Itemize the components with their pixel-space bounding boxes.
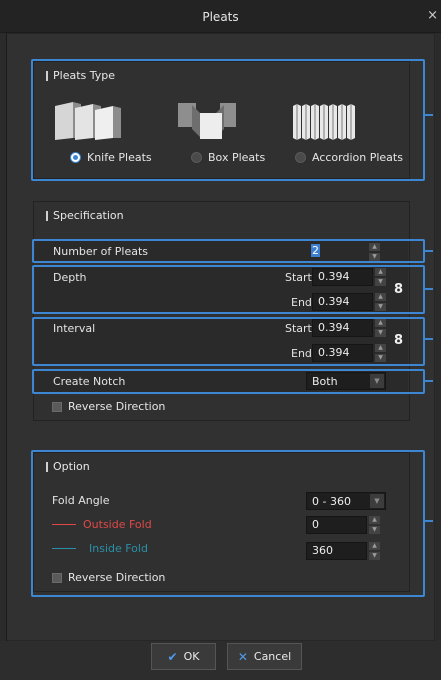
spec-reverse-direction-label: Reverse Direction xyxy=(68,400,166,413)
depth-end-input[interactable]: 0.394 xyxy=(312,293,373,311)
section-marker xyxy=(46,462,48,472)
stepper-up-icon[interactable]: ▲ xyxy=(369,516,380,524)
stepper-up-icon[interactable]: ▲ xyxy=(369,542,380,550)
interval-start-input[interactable]: 0.394 xyxy=(312,319,373,337)
pleats-type-header: Pleats Type xyxy=(34,62,409,88)
stepper-up-icon[interactable]: ▲ xyxy=(375,268,386,276)
window-title: Pleats xyxy=(202,10,239,24)
inside-fold-arrows[interactable]: ▲ ▼ xyxy=(369,542,380,560)
outside-fold-arrows[interactable]: ▲ ▼ xyxy=(369,516,380,534)
cancel-button[interactable]: ✕ Cancel xyxy=(227,643,302,670)
depth-start-arrows[interactable]: ▲ ▼ xyxy=(375,268,386,286)
highlight-tick xyxy=(425,250,433,252)
section-marker xyxy=(46,71,48,81)
depth-end-label: End xyxy=(291,296,312,309)
radio-accordion-pleats[interactable]: Accordion Pleats xyxy=(295,151,403,164)
box-pleats-icon[interactable] xyxy=(178,101,238,141)
outside-fold-line-icon xyxy=(52,524,76,525)
highlight-tick xyxy=(425,288,433,290)
inside-fold-line-icon xyxy=(52,548,76,549)
depth-link-icon[interactable]: 8 xyxy=(394,282,403,297)
interval-link-icon[interactable]: 8 xyxy=(394,333,403,348)
stepper-up-icon[interactable]: ▲ xyxy=(369,243,380,251)
inside-fold-input[interactable]: 360 xyxy=(306,542,367,560)
checkbox-box xyxy=(52,572,62,583)
outside-fold-input[interactable]: 0 xyxy=(306,516,367,534)
stepper-up-icon[interactable]: ▲ xyxy=(375,293,386,301)
create-notch-dropdown[interactable]: Both ▼ xyxy=(306,372,386,390)
depth-end-arrows[interactable]: ▲ ▼ xyxy=(375,293,386,311)
option-reverse-direction-checkbox[interactable]: Reverse Direction xyxy=(52,571,165,584)
option-heading: Option xyxy=(53,460,90,473)
radio-box-pleats[interactable]: Box Pleats xyxy=(191,151,265,164)
spec-reverse-direction-checkbox[interactable]: Reverse Direction xyxy=(52,400,165,413)
interval-start-arrows[interactable]: ▲ ▼ xyxy=(375,319,386,337)
highlight-tick xyxy=(425,520,433,522)
chevron-down-icon[interactable]: ▼ xyxy=(370,494,384,508)
interval-start-label: Start xyxy=(285,322,312,335)
create-notch-label: Create Notch xyxy=(53,375,126,388)
chevron-down-icon[interactable]: ▼ xyxy=(370,374,384,388)
radio-indicator xyxy=(191,152,202,163)
radio-label-accordion: Accordion Pleats xyxy=(312,151,403,164)
cancel-label: Cancel xyxy=(253,650,292,663)
radio-label-knife: Knife Pleats xyxy=(87,151,152,164)
interval-end-label: End xyxy=(291,347,312,360)
section-marker xyxy=(46,211,48,221)
create-notch-value: Both xyxy=(312,375,338,388)
depth-start-label: Start xyxy=(285,271,312,284)
window-left-border xyxy=(6,33,7,679)
checkbox-box xyxy=(52,401,62,412)
stepper-up-icon[interactable]: ▲ xyxy=(375,319,386,327)
stepper-down-icon[interactable]: ▼ xyxy=(369,552,380,560)
radio-knife-pleats[interactable]: Knife Pleats xyxy=(70,151,152,164)
close-icon[interactable]: × xyxy=(427,8,438,23)
ok-label: OK xyxy=(183,650,200,663)
checkmark-icon: ✔ xyxy=(167,649,178,664)
number-of-pleats-input[interactable]: 2 xyxy=(306,243,367,261)
specification-heading: Specification xyxy=(53,209,124,222)
fold-angle-dropdown[interactable]: 0 - 360 ▼ xyxy=(306,492,386,510)
stepper-down-icon[interactable]: ▼ xyxy=(369,526,380,534)
stepper-down-icon[interactable]: ▼ xyxy=(375,303,386,311)
interval-end-input[interactable]: 0.394 xyxy=(312,344,373,362)
inside-fold-label: Inside Fold xyxy=(89,542,148,555)
stepper-down-icon[interactable]: ▼ xyxy=(375,278,386,286)
option-reverse-direction-label: Reverse Direction xyxy=(68,571,166,584)
highlight-tick xyxy=(425,380,433,382)
number-of-pleats-label: Number of Pleats xyxy=(53,245,149,258)
knife-pleats-icon[interactable] xyxy=(53,100,123,142)
interval-end-arrows[interactable]: ▲ ▼ xyxy=(375,344,386,362)
highlight-tick xyxy=(425,338,433,340)
pleats-type-heading: Pleats Type xyxy=(53,69,116,82)
stepper-down-icon[interactable]: ▼ xyxy=(375,329,386,337)
highlight-tick xyxy=(425,114,433,116)
interval-label: Interval xyxy=(53,322,96,335)
depth-start-input[interactable]: 0.394 xyxy=(312,268,373,286)
fold-angle-label: Fold Angle xyxy=(52,494,110,507)
dialog-footer xyxy=(0,641,441,680)
outside-fold-label: Outside Fold xyxy=(83,518,152,531)
stepper-up-icon[interactable]: ▲ xyxy=(375,344,386,352)
radio-label-box: Box Pleats xyxy=(208,151,266,164)
stepper-down-icon[interactable]: ▼ xyxy=(369,253,380,261)
specification-header: Specification xyxy=(34,202,409,228)
title-bar: Pleats × xyxy=(0,0,441,33)
ok-button[interactable]: ✔ OK xyxy=(151,643,216,670)
option-header: Option xyxy=(34,453,409,479)
x-icon: ✕ xyxy=(237,649,248,664)
radio-indicator xyxy=(295,152,306,163)
radio-selected-indicator xyxy=(70,152,81,163)
depth-label: Depth xyxy=(53,271,87,284)
fold-angle-value: 0 - 360 xyxy=(312,495,351,508)
number-of-pleats-arrows[interactable]: ▲ ▼ xyxy=(369,243,380,261)
accordion-pleats-icon[interactable] xyxy=(292,104,362,140)
stepper-down-icon[interactable]: ▼ xyxy=(375,354,386,362)
number-of-pleats-value: 2 xyxy=(311,244,320,257)
